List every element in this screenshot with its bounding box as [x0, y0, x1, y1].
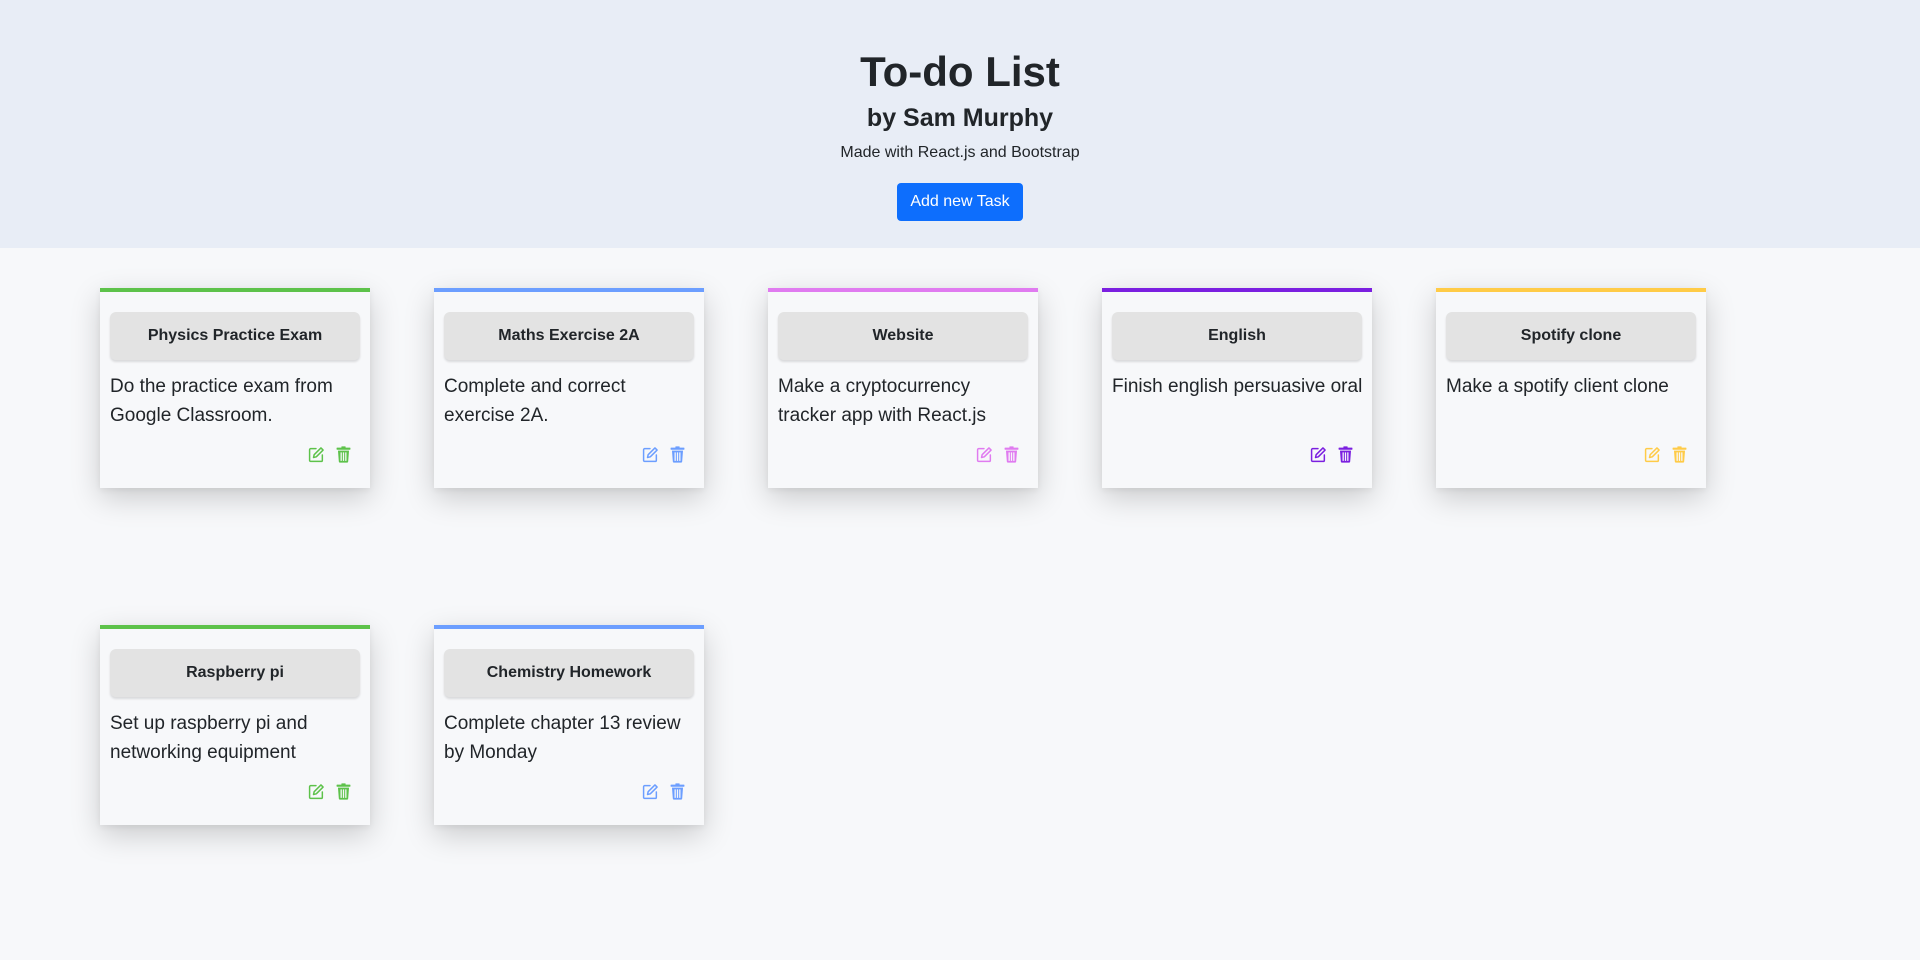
task-card: Chemistry Homework Complete chapter 13 r…: [434, 625, 704, 825]
header: To-do List by Sam Murphy Made with React…: [0, 0, 1920, 248]
task-title: Physics Practice Exam: [110, 312, 360, 360]
task-card: Spotify clone Make a spotify client clon…: [1436, 288, 1706, 488]
task-description: Complete chapter 13 review by Monday: [444, 713, 681, 763]
task-actions: [642, 446, 686, 463]
task-description: Make a cryptocurrency tracker app with R…: [778, 376, 987, 426]
task-actions: [1644, 446, 1688, 463]
edit-icon[interactable]: [642, 446, 659, 463]
add-task-button[interactable]: Add new Task: [897, 183, 1023, 221]
task-title: Chemistry Homework: [444, 649, 694, 697]
task-title: English: [1112, 312, 1362, 360]
author-line: by Sam Murphy: [866, 104, 1054, 132]
task-actions: [642, 783, 686, 800]
task-title: Raspberry pi: [110, 649, 360, 697]
task-card: Physics Practice Exam Do the practice ex…: [100, 288, 370, 488]
task-card: English Finish english persuasive oral: [1102, 288, 1372, 488]
task-description: Finish english persuasive oral: [1112, 376, 1363, 397]
trash-icon[interactable]: [1337, 446, 1354, 463]
page-title: To-do List: [860, 48, 1060, 95]
trash-icon[interactable]: [335, 446, 352, 463]
edit-icon[interactable]: [1310, 446, 1327, 463]
task-card: Website Make a cryptocurrency tracker ap…: [768, 288, 1038, 488]
task-actions: [308, 446, 352, 463]
task-description: Do the practice exam from Google Classro…: [110, 376, 333, 426]
task-grid: Physics Practice Exam Do the practice ex…: [0, 248, 1920, 960]
trash-icon[interactable]: [1003, 446, 1020, 463]
task-card: Maths Exercise 2A Complete and correct e…: [434, 288, 704, 488]
edit-icon[interactable]: [1644, 446, 1661, 463]
edit-icon[interactable]: [308, 783, 325, 800]
task-card: Raspberry pi Set up raspberry pi and net…: [100, 625, 370, 825]
task-title: Website: [778, 312, 1028, 360]
task-description: Make a spotify client clone: [1446, 376, 1669, 397]
task-description: Complete and correct exercise 2A.: [444, 376, 626, 426]
task-title: Maths Exercise 2A: [444, 312, 694, 360]
trash-icon[interactable]: [335, 783, 352, 800]
edit-icon[interactable]: [976, 446, 993, 463]
task-title: Spotify clone: [1446, 312, 1696, 360]
trash-icon[interactable]: [669, 783, 686, 800]
task-description: Set up raspberry pi and networking equip…: [110, 713, 308, 763]
edit-icon[interactable]: [308, 446, 325, 463]
edit-icon[interactable]: [642, 783, 659, 800]
trash-icon[interactable]: [669, 446, 686, 463]
trash-icon[interactable]: [1671, 446, 1688, 463]
task-actions: [1310, 446, 1354, 463]
task-actions: [308, 783, 352, 800]
task-actions: [976, 446, 1020, 463]
subtitle: Made with React.js and Bootstrap: [840, 144, 1080, 161]
